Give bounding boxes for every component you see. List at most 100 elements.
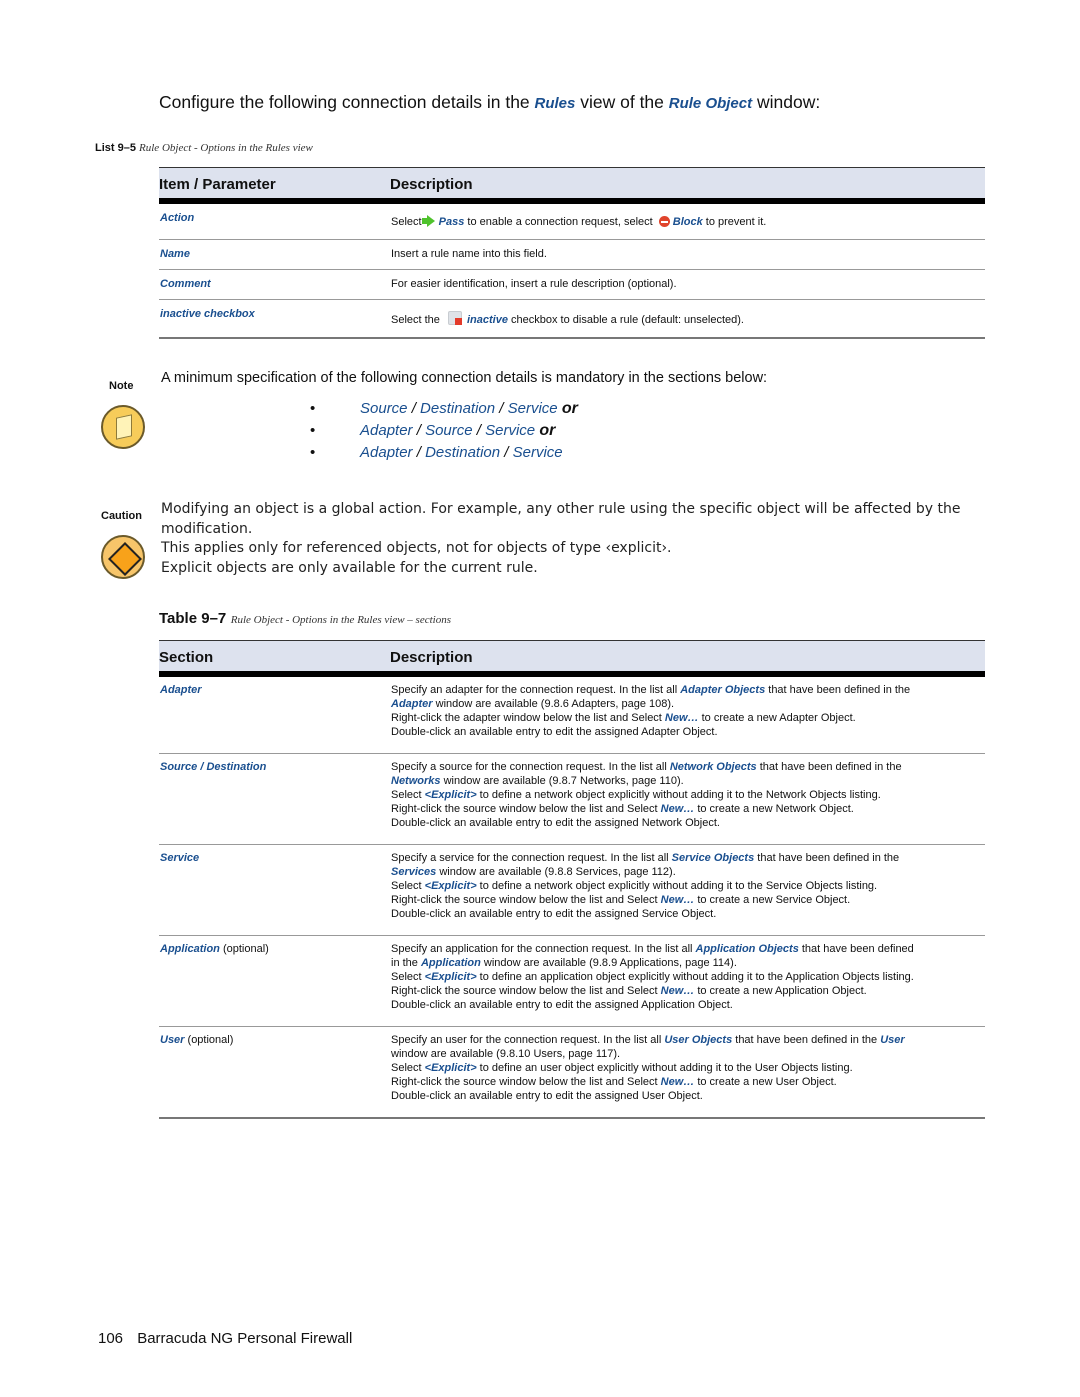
- object-link[interactable]: Network Objects: [670, 761, 757, 773]
- separator: /: [412, 444, 426, 461]
- description-line: Right-click the source window below the …: [391, 802, 984, 816]
- object-link[interactable]: Services: [391, 866, 436, 878]
- object-link[interactable]: New…: [661, 894, 695, 906]
- description-text: Right-click the adapter window below the…: [391, 712, 665, 724]
- description-line: window are available (9.8.10 Users, page…: [391, 1047, 984, 1061]
- table-caption: Table 9–7 Rule Object - Options in the R…: [159, 610, 451, 628]
- section-cell: User (optional): [159, 1026, 390, 1119]
- description-text: to create a new Service Object.: [694, 894, 851, 906]
- inactive-link[interactable]: inactive: [467, 314, 508, 326]
- description-text: Select: [391, 971, 425, 983]
- list-caption: List 9–5 Rule Object - Options in the Ru…: [95, 142, 313, 154]
- object-link[interactable]: Adapter Objects: [680, 684, 765, 696]
- intro-sentence: Configure the following connection detai…: [159, 92, 820, 113]
- list-caption-number: List 9–5: [95, 142, 136, 154]
- note-icon: [101, 405, 145, 449]
- desc-text: Select: [391, 216, 425, 228]
- description-text: window are available (9.8.9 Applications…: [480, 957, 737, 969]
- section-name[interactable]: Adapter: [160, 684, 202, 696]
- description-line: Right-click the source window below the …: [391, 893, 984, 907]
- desc-text: Select the: [391, 314, 443, 326]
- param-inactive-checkbox[interactable]: inactive checkbox: [159, 299, 390, 339]
- description-line: Right-click the source window below the …: [391, 1075, 984, 1089]
- param-comment[interactable]: Comment: [159, 269, 390, 300]
- rule-object-link[interactable]: Rule Object: [669, 95, 752, 112]
- description-line: Services window are available (9.8.8 Ser…: [391, 865, 984, 879]
- section-name[interactable]: Application: [160, 943, 220, 955]
- pass-link[interactable]: Pass: [439, 216, 465, 228]
- object-link[interactable]: Application Objects: [696, 943, 799, 955]
- intro-suffix: window:: [752, 92, 821, 112]
- object-link[interactable]: Service Objects: [672, 852, 755, 864]
- description-text: that have been defined in the: [765, 684, 911, 696]
- table-row: Application (optional) Specify an applica…: [159, 935, 985, 1027]
- separator: /: [407, 400, 421, 417]
- section-link-source[interactable]: Source: [425, 422, 473, 439]
- object-link[interactable]: User Objects: [664, 1034, 732, 1046]
- description-text: to define a network object explicitly wi…: [476, 789, 881, 801]
- description-text: to create a new Adapter Object.: [698, 712, 856, 724]
- section-link-destination[interactable]: Destination: [425, 444, 500, 461]
- section-link-destination[interactable]: Destination: [420, 400, 495, 417]
- section-link-source[interactable]: Source: [360, 400, 408, 417]
- description-text: Double-click an available entry to edit …: [391, 908, 717, 920]
- description-text: that have been defined: [798, 943, 914, 955]
- description-text: Right-click the source window below the …: [391, 803, 661, 815]
- param-name[interactable]: Name: [159, 239, 390, 270]
- requirement-item: • Adapter / Source / Service or: [310, 420, 578, 442]
- table-row: Source / Destination Specify a source for…: [159, 753, 985, 845]
- requirements-list: • Source / Destination / Service or • Adapt…: [310, 398, 578, 464]
- separator: /: [472, 422, 486, 439]
- section-link-adapter[interactable]: Adapter: [360, 422, 413, 439]
- description-text: Specify a source for the connection requ…: [391, 761, 670, 773]
- note-label: Note: [109, 380, 134, 392]
- separator: /: [495, 400, 508, 417]
- page-number: 106: [98, 1330, 124, 1347]
- note-text: A minimum specification of the following…: [161, 370, 768, 386]
- description-text: window are available (9.8.8 Services, pa…: [436, 866, 676, 878]
- caution-line: This applies only for referenced objects…: [161, 540, 672, 556]
- object-link[interactable]: <Explicit>: [425, 880, 477, 892]
- description-text: to define a network object explicitly wi…: [476, 880, 878, 892]
- section-link-service[interactable]: Service: [485, 422, 535, 439]
- description-text: Select: [391, 1062, 425, 1074]
- object-link[interactable]: New…: [661, 985, 695, 997]
- block-icon: [658, 216, 670, 227]
- section-cell: Application (optional): [159, 935, 390, 1027]
- param-description: For easier identification, insert a rule…: [390, 269, 985, 300]
- object-link[interactable]: New…: [661, 1076, 695, 1088]
- section-link-adapter[interactable]: Adapter: [360, 444, 413, 461]
- page-footer: 106 Barracuda NG Personal Firewall: [98, 1330, 352, 1347]
- section-cell: Source / Destination: [159, 753, 390, 845]
- section-description: Specify a source for the connection requ…: [390, 753, 985, 845]
- object-link[interactable]: <Explicit>: [425, 789, 477, 801]
- object-link[interactable]: Application: [421, 957, 481, 969]
- object-link[interactable]: New…: [661, 803, 695, 815]
- table-header-row: Section Description: [159, 640, 985, 677]
- object-link[interactable]: Networks: [391, 775, 441, 787]
- or-conjunction: or: [561, 400, 578, 417]
- object-link[interactable]: <Explicit>: [425, 971, 477, 983]
- description-text: Select: [391, 789, 425, 801]
- rules-link[interactable]: Rules: [535, 95, 576, 112]
- description-text: Right-click the source window below the …: [391, 985, 661, 997]
- section-description: Specify a service for the connection req…: [390, 844, 985, 936]
- caution-text: Modifying an object is a global action. …: [161, 500, 981, 578]
- section-link-service[interactable]: Service: [513, 444, 563, 461]
- optional-label: (optional): [219, 943, 269, 955]
- object-link[interactable]: New…: [665, 712, 699, 724]
- description-line: Select <Explicit> to define a network ob…: [391, 788, 984, 802]
- object-link[interactable]: User: [880, 1034, 904, 1046]
- description-text: that have been defined in the: [754, 852, 900, 864]
- section-name[interactable]: User: [160, 1034, 184, 1046]
- description-line: Specify an adapter for the connection re…: [391, 683, 984, 697]
- description-text: Double-click an available entry to edit …: [391, 817, 720, 829]
- param-action[interactable]: Action: [159, 201, 390, 240]
- description-text: to create a new Network Object.: [694, 803, 854, 815]
- section-name[interactable]: Source / Destination: [160, 761, 266, 773]
- object-link[interactable]: Adapter: [391, 698, 433, 710]
- block-link[interactable]: Block: [673, 216, 703, 228]
- object-link[interactable]: <Explicit>: [425, 1062, 477, 1074]
- section-name[interactable]: Service: [160, 852, 199, 864]
- section-link-service[interactable]: Service: [508, 400, 558, 417]
